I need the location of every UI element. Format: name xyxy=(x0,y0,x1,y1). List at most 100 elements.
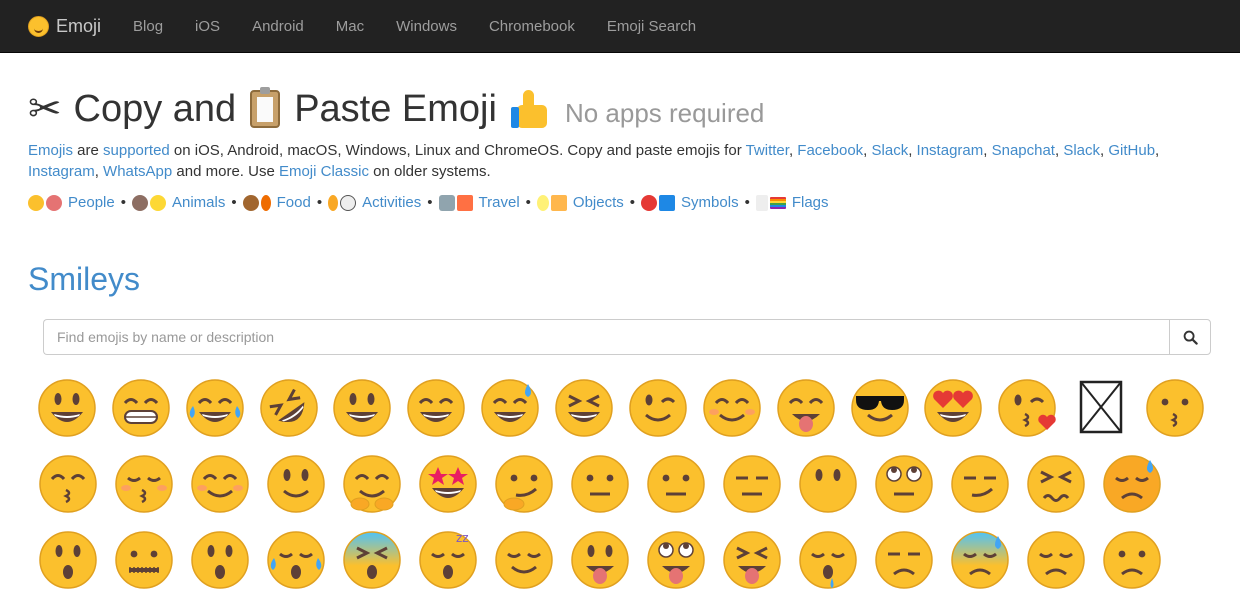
emoji-button[interactable] xyxy=(1018,449,1094,519)
nav-link-mac[interactable]: Mac xyxy=(320,0,380,53)
emoji-button[interactable] xyxy=(326,373,400,443)
emoji-button[interactable] xyxy=(1064,373,1138,443)
intro-text: Emojis are supported on iOS, Android, ma… xyxy=(28,142,1160,180)
emoji-button[interactable] xyxy=(334,449,410,519)
emoji-button[interactable] xyxy=(399,373,473,443)
smiley-icon xyxy=(28,194,44,211)
svg-text:zz: zz xyxy=(456,531,469,545)
nav-link-ios[interactable]: iOS xyxy=(179,0,236,53)
category-link-flags[interactable]: Flags xyxy=(792,194,829,211)
brand-link[interactable]: Emoji xyxy=(28,15,101,37)
squinting-tongue-face-icon xyxy=(723,531,781,589)
emoji-button[interactable] xyxy=(1018,525,1094,595)
party-popper-icon xyxy=(550,194,567,211)
link-github[interactable]: GitHub xyxy=(1108,142,1155,159)
nav-link-chromebook[interactable]: Chromebook xyxy=(473,0,591,53)
search-icon xyxy=(1183,330,1198,345)
emoji-button[interactable] xyxy=(917,373,991,443)
emoji-button[interactable] xyxy=(621,373,695,443)
link-instagram[interactable]: Instagram xyxy=(917,142,984,159)
beaming-face-icon xyxy=(112,379,170,437)
emoji-button[interactable] xyxy=(178,373,252,443)
emoji-button[interactable] xyxy=(790,449,866,519)
emoji-button[interactable] xyxy=(258,449,334,519)
zipper-mouth-face-icon xyxy=(115,531,173,589)
emoji-button[interactable] xyxy=(714,525,790,595)
category-link-food[interactable]: Food xyxy=(277,194,311,211)
emoji-button[interactable] xyxy=(30,373,104,443)
emoji-button[interactable] xyxy=(1138,373,1212,443)
category-link-animals[interactable]: Animals xyxy=(172,194,225,211)
link-snapchat[interactable]: Snapchat xyxy=(992,142,1055,159)
emoji-button[interactable] xyxy=(942,449,1018,519)
emoji-button[interactable] xyxy=(843,373,917,443)
light-bulb-icon xyxy=(536,194,549,211)
emoji-button[interactable] xyxy=(638,525,714,595)
emoji-button[interactable] xyxy=(106,449,182,519)
emoji-button[interactable]: zz xyxy=(410,525,486,595)
nav-link-windows[interactable]: Windows xyxy=(380,0,473,53)
emoji-button[interactable] xyxy=(106,525,182,595)
emoji-button[interactable] xyxy=(410,449,486,519)
emoji-button[interactable] xyxy=(769,373,843,443)
emoji-button[interactable] xyxy=(486,449,562,519)
emoji-button[interactable] xyxy=(104,373,178,443)
emoji-button[interactable] xyxy=(714,449,790,519)
emoji-button[interactable] xyxy=(562,449,638,519)
category-animals: Animals xyxy=(131,194,225,211)
kissing-closed-eyes-face-icon xyxy=(115,455,173,513)
nav-link-emoji-search[interactable]: Emoji Search xyxy=(591,0,712,53)
tongue-face-icon xyxy=(571,531,629,589)
emoji-button[interactable] xyxy=(334,525,410,595)
category-travel: Travel xyxy=(438,194,520,211)
star-struck-face-icon xyxy=(419,455,477,513)
nav-link-blog[interactable]: Blog xyxy=(117,0,179,53)
bear-icon xyxy=(131,194,148,211)
link-slack[interactable]: Slack xyxy=(872,142,909,159)
smiling-blush-face-icon xyxy=(191,455,249,513)
emoji-button[interactable] xyxy=(252,373,326,443)
emoji-button[interactable] xyxy=(30,525,106,595)
sunset-icon xyxy=(456,194,473,211)
emoji-button[interactable] xyxy=(547,373,621,443)
emoji-button[interactable] xyxy=(790,525,866,595)
page-title: ✂ Copy and Paste Emoji No apps required xyxy=(28,85,1212,133)
link-instagram-2[interactable]: Instagram xyxy=(28,163,95,180)
emoji-button[interactable] xyxy=(182,449,258,519)
link-facebook[interactable]: Facebook xyxy=(797,142,863,159)
link-whatsapp[interactable]: WhatsApp xyxy=(103,163,172,180)
emoji-button[interactable] xyxy=(486,525,562,595)
emoji-button[interactable] xyxy=(638,449,714,519)
nav-link-android[interactable]: Android xyxy=(236,0,320,53)
search-input[interactable] xyxy=(43,319,1169,355)
emoji-button[interactable] xyxy=(258,525,334,595)
category-link-symbols[interactable]: Symbols xyxy=(681,194,739,211)
emoji-button[interactable] xyxy=(30,449,106,519)
emoji-button[interactable] xyxy=(695,373,769,443)
emoji-button[interactable] xyxy=(866,449,942,519)
search-button[interactable] xyxy=(1169,319,1211,355)
link-emojis[interactable]: Emojis xyxy=(28,142,73,159)
category-link-people[interactable]: People xyxy=(68,194,115,211)
emoji-button[interactable] xyxy=(942,525,1018,595)
emoji-button[interactable] xyxy=(866,525,942,595)
smiling-eyes-face-icon xyxy=(703,379,761,437)
smirking-face-icon xyxy=(951,455,1009,513)
category-link-travel[interactable]: Travel xyxy=(479,194,520,211)
emoji-button[interactable] xyxy=(1094,449,1170,519)
link-slack-2[interactable]: Slack xyxy=(1063,142,1100,159)
page-subtitle: No apps required xyxy=(564,97,765,128)
emoji-button[interactable] xyxy=(1094,525,1170,595)
emoji-button[interactable] xyxy=(990,373,1064,443)
emoji-button[interactable] xyxy=(473,373,547,443)
category-link-activities[interactable]: Activities xyxy=(362,194,421,211)
category-link-objects[interactable]: Objects xyxy=(573,194,624,211)
link-supported[interactable]: supported xyxy=(103,142,170,159)
emoji-button[interactable] xyxy=(562,525,638,595)
scissors-icon: ✂ xyxy=(28,87,62,131)
section-title: Smileys xyxy=(28,261,141,297)
emoji-button[interactable] xyxy=(182,525,258,595)
emoji-row: zz xyxy=(30,525,1212,601)
link-emoji-classic[interactable]: Emoji Classic xyxy=(279,163,369,180)
link-twitter[interactable]: Twitter xyxy=(746,142,789,159)
